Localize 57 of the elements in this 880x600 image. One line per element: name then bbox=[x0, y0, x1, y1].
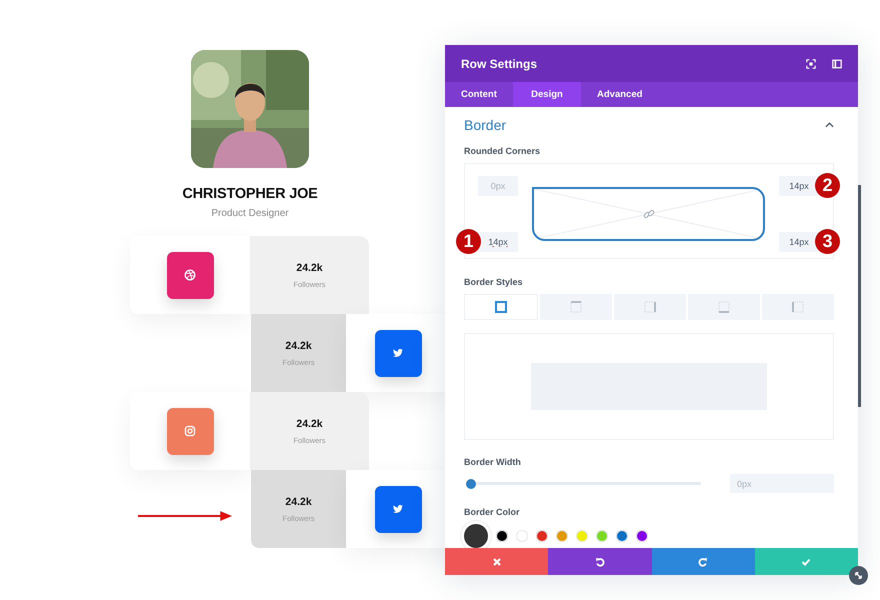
border-side-icon bbox=[495, 301, 507, 314]
ball-icon bbox=[184, 269, 196, 281]
border-style-button[interactable] bbox=[464, 294, 538, 320]
person-name: CHRISTOPHER JOE bbox=[182, 186, 318, 202]
corner-input[interactable]: 14px bbox=[779, 176, 819, 196]
border-side-icon bbox=[570, 301, 582, 314]
width-input[interactable]: 0px bbox=[730, 474, 834, 493]
color-swatch[interactable] bbox=[464, 524, 488, 548]
border-side-icon bbox=[792, 301, 804, 314]
resize-handle[interactable] bbox=[849, 566, 868, 585]
field-label: Border Styles bbox=[464, 277, 523, 288]
bird-icon bbox=[392, 347, 404, 359]
color-swatch[interactable] bbox=[636, 530, 648, 542]
fullscreen-icon[interactable] bbox=[806, 58, 816, 68]
color-swatch[interactable] bbox=[576, 530, 588, 542]
tab[interactable]: Content bbox=[445, 82, 513, 107]
color-swatch[interactable] bbox=[536, 530, 548, 542]
border-side-icon bbox=[644, 301, 656, 314]
step-marker: 1 bbox=[456, 228, 481, 254]
field-label: Border Color bbox=[464, 507, 520, 517]
corner-input[interactable]: 0px bbox=[478, 176, 518, 196]
bird-icon bbox=[392, 503, 404, 515]
camera-icon bbox=[184, 425, 196, 437]
color-swatch[interactable] bbox=[516, 530, 528, 542]
color-swatch[interactable] bbox=[596, 530, 608, 542]
tab[interactable]: Design bbox=[513, 82, 581, 107]
undo-icon bbox=[594, 556, 605, 566]
follower-count: 24.2k bbox=[296, 262, 323, 274]
color-swatch[interactable] bbox=[496, 530, 508, 542]
color-swatch[interactable] bbox=[556, 530, 568, 542]
follower-count: 24.2k bbox=[285, 496, 312, 508]
panel-title: Row Settings bbox=[461, 56, 538, 70]
job-title: Product Designer bbox=[211, 208, 289, 219]
social-tile[interactable] bbox=[374, 486, 422, 532]
sidebar-icon[interactable] bbox=[832, 58, 842, 68]
close-icon bbox=[492, 556, 502, 566]
social-tile[interactable] bbox=[166, 408, 214, 454]
tab[interactable]: Advanced bbox=[581, 82, 658, 107]
field-label: Border Width bbox=[464, 457, 521, 467]
slider-thumb[interactable] bbox=[466, 478, 476, 488]
check-icon bbox=[801, 556, 812, 566]
section-title: Border bbox=[464, 117, 506, 134]
color-swatch[interactable] bbox=[616, 530, 628, 542]
follower-count: 24.2k bbox=[296, 418, 323, 430]
field-label: Rounded Corners bbox=[464, 146, 540, 156]
caret-icon[interactable] bbox=[825, 122, 834, 128]
corner-input[interactable]: 14px bbox=[779, 232, 819, 252]
resize-icon bbox=[854, 571, 863, 580]
step-marker: 2 bbox=[815, 172, 840, 198]
follower-count: 24.2k bbox=[285, 340, 312, 352]
social-tile[interactable] bbox=[166, 252, 214, 298]
step-marker: 3 bbox=[815, 228, 840, 254]
link-icon[interactable] bbox=[642, 208, 654, 220]
redo-icon bbox=[698, 556, 708, 566]
corner-input[interactable]: 14px bbox=[478, 232, 518, 252]
social-tile[interactable] bbox=[374, 330, 422, 376]
border-side-icon bbox=[718, 301, 730, 314]
